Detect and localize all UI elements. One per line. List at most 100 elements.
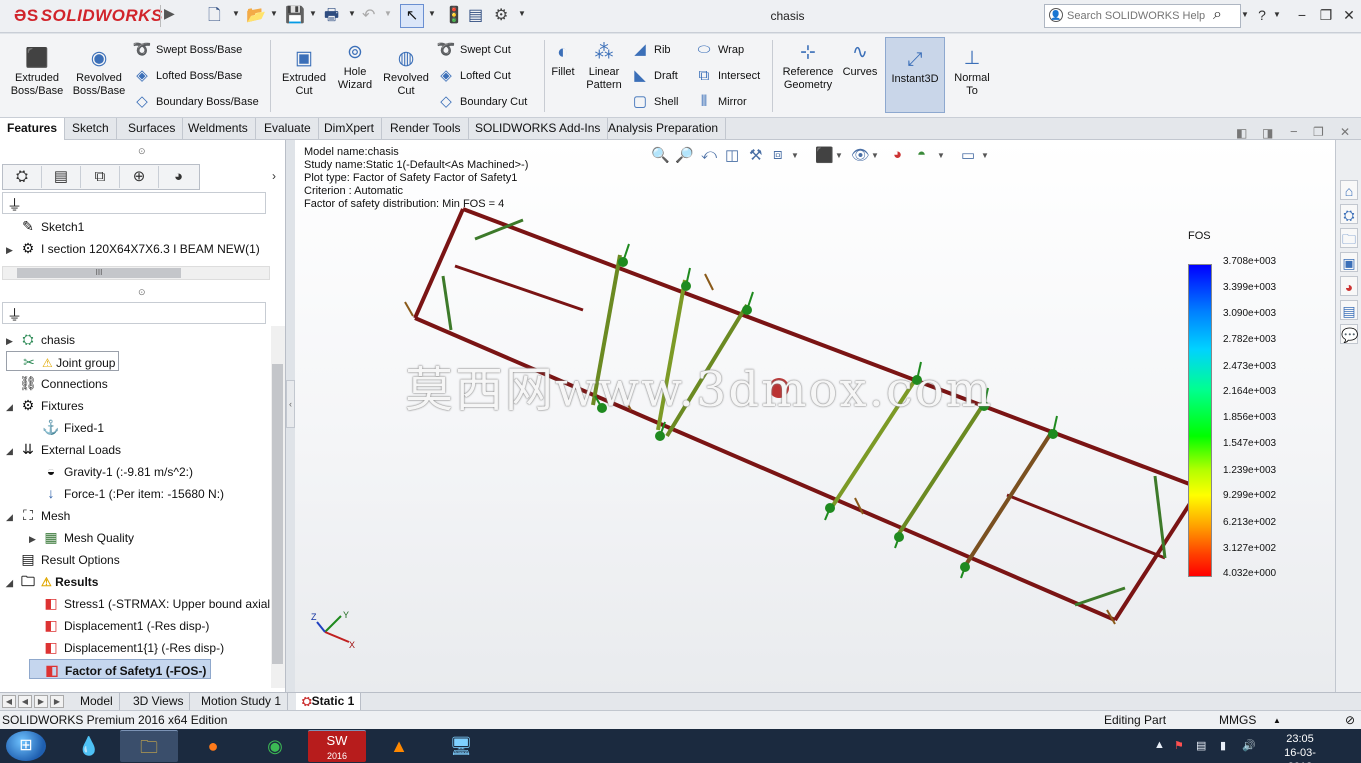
view-orientation-icon[interactable]: ⧈ bbox=[773, 146, 783, 163]
help-dropdown-icon[interactable]: ▼ bbox=[1268, 6, 1286, 24]
graphics-viewport[interactable]: Model name:chasis Study name:Static 1(-D… bbox=[295, 140, 1335, 692]
scroll-thumb[interactable] bbox=[272, 364, 283, 664]
help-search-input[interactable] bbox=[1067, 8, 1217, 24]
hide-show-dropdown-icon[interactable]: ▼ bbox=[871, 151, 879, 160]
tab-sketch[interactable]: Sketch bbox=[65, 118, 117, 140]
menu-expand-arrow-icon[interactable]: ▶ bbox=[160, 5, 175, 27]
fillet-button[interactable]: ◐ Fillet bbox=[546, 42, 580, 79]
hole-wizard-button[interactable]: ⊚ Hole Wizard bbox=[330, 42, 380, 92]
curves-button[interactable]: ∿ Curves bbox=[840, 42, 880, 79]
view-settings-icon[interactable]: ▭ bbox=[961, 146, 975, 164]
swept-boss-button[interactable]: ➰ Swept Boss/Base bbox=[132, 41, 243, 59]
units-dropdown-icon[interactable]: ▲ bbox=[1273, 716, 1281, 725]
options-gear-icon[interactable]: ⚙ bbox=[494, 6, 508, 26]
viewport-next-icon[interactable]: ◨ bbox=[1262, 126, 1273, 140]
dimxpert-manager-icon[interactable]: ⊕ bbox=[120, 166, 159, 188]
help-search-box[interactable]: 👤 ⌕ bbox=[1044, 4, 1241, 28]
hide-show-items-icon[interactable]: 👁 bbox=[851, 146, 870, 164]
signal-icon[interactable]: ▮ bbox=[1220, 739, 1226, 752]
firefox-icon[interactable]: ● bbox=[184, 730, 242, 762]
feature-tree-filter[interactable]: ⏚ bbox=[2, 192, 266, 214]
instant3d-button[interactable]: ⤢ Instant3D bbox=[885, 37, 945, 113]
tree-item-displacement1-1[interactable]: ◧ Displacement1{1} (-Res disp-) bbox=[29, 637, 224, 657]
open-folder-icon[interactable]: 📂 bbox=[246, 6, 266, 26]
normal-to-button[interactable]: ⊥ Normal To bbox=[950, 48, 994, 98]
apply-scene-icon[interactable]: ◓ bbox=[917, 146, 926, 163]
tab-motion-study-1[interactable]: Motion Study 1 bbox=[195, 693, 289, 710]
tab-scroll-prev-icon[interactable]: ◀ bbox=[18, 695, 32, 708]
tree-item-i-section[interactable]: ▶ ⚙ I section 120X64X7X6.3 I BEAM NEW(1) bbox=[6, 238, 260, 258]
print-icon[interactable]: 🖶 bbox=[324, 6, 339, 26]
tab-solidworks-add-ins[interactable]: SOLIDWORKS Add-Ins bbox=[468, 118, 609, 140]
tree-item-displacement1[interactable]: ◧ Displacement1 (-Res disp-) bbox=[29, 615, 209, 635]
tree-item-chasis[interactable]: ▶ ⛭ chasis bbox=[6, 329, 75, 349]
user-icon[interactable]: 👤 bbox=[1049, 8, 1063, 22]
file-explorer-icon[interactable]: 🗀 bbox=[1340, 228, 1358, 248]
units-label[interactable]: MMGS bbox=[1219, 713, 1256, 727]
tree-item-force-1[interactable]: ↓ Force-1 (:Per item: -15680 N:) bbox=[29, 483, 225, 503]
expand-arrow-icon[interactable]: ▶ bbox=[6, 331, 18, 351]
vertical-scrollbar[interactable] bbox=[271, 326, 285, 688]
options-dropdown-icon[interactable]: ▼ bbox=[518, 9, 526, 18]
horizontal-scrollbar[interactable]: III bbox=[2, 266, 270, 280]
search-icon[interactable]: ⌕ bbox=[1213, 6, 1222, 24]
viewport-previous-icon[interactable]: ◧ bbox=[1236, 126, 1247, 140]
zoom-to-fit-icon[interactable]: 🔍 bbox=[651, 146, 670, 164]
tab-evaluate[interactable]: Evaluate bbox=[257, 118, 319, 140]
select-cursor-icon[interactable]: ↖ bbox=[400, 4, 424, 28]
solidworks-resources-icon[interactable]: ⌂ bbox=[1340, 180, 1358, 200]
panel-expand-arrow-icon[interactable]: › bbox=[272, 169, 276, 183]
extruded-boss-button[interactable]: ⬛ Extruded Boss/Base bbox=[6, 48, 68, 98]
tab-analysis-preparation[interactable]: Analysis Preparation bbox=[601, 118, 727, 140]
display-style-dropdown-icon[interactable]: ▼ bbox=[835, 151, 843, 160]
solidworks-logo[interactable]: ƏS SOLIDWORKS bbox=[14, 6, 163, 26]
tab-dimxpert[interactable]: DimXpert bbox=[317, 118, 383, 140]
apply-scene-dropdown-icon[interactable]: ▼ bbox=[937, 151, 945, 160]
tree-item-gravity-1[interactable]: ◒ Gravity-1 (:-9.81 m/s^2:) bbox=[29, 461, 193, 481]
solidworks-forum-icon[interactable]: 💬 bbox=[1340, 324, 1358, 344]
network-icon[interactable]: ▤ bbox=[1196, 739, 1206, 752]
save-dropdown-icon[interactable]: ▼ bbox=[309, 9, 317, 18]
collapse-arrow-icon[interactable]: ◢ bbox=[6, 507, 18, 527]
vlc-icon[interactable]: ▲ bbox=[370, 730, 428, 762]
collapse-arrow-icon[interactable]: ◢ bbox=[6, 441, 18, 461]
file-properties-icon[interactable]: ▤ bbox=[468, 6, 483, 26]
tree-item-fixed-1[interactable]: ⚓ Fixed-1 bbox=[29, 417, 104, 437]
tab-model[interactable]: Model bbox=[74, 693, 120, 710]
draft-button[interactable]: ◣ Draft bbox=[630, 67, 678, 85]
new-dropdown-icon[interactable]: ▼ bbox=[232, 9, 240, 18]
mirror-button[interactable]: ⫴ Mirror bbox=[694, 93, 747, 111]
open-dropdown-icon[interactable]: ▼ bbox=[270, 9, 278, 18]
tree-item-mesh-quality[interactable]: ▶ ▦ Mesh Quality bbox=[29, 527, 134, 547]
tab-scroll-next-icon[interactable]: ▶ bbox=[34, 695, 48, 708]
previous-view-icon[interactable]: ⤺ bbox=[701, 146, 717, 163]
tab-3d-views[interactable]: 3D Views bbox=[127, 693, 191, 710]
display-manager-icon[interactable]: ◕ bbox=[159, 166, 198, 188]
tree-item-joint-group[interactable]: ✂ ⚠ Joint group bbox=[6, 351, 120, 371]
reference-geometry-button[interactable]: ⊹ Reference Geometry bbox=[778, 42, 838, 92]
volume-icon[interactable]: 🔊 bbox=[1242, 739, 1256, 752]
save-icon[interactable]: 💾 bbox=[285, 6, 305, 26]
lofted-cut-button[interactable]: ◈ Lofted Cut bbox=[436, 67, 511, 85]
windows-start-icon[interactable]: ⊞ bbox=[6, 731, 46, 761]
tab-surfaces[interactable]: Surfaces bbox=[121, 118, 184, 140]
wrap-button[interactable]: ⬭ Wrap bbox=[694, 41, 745, 59]
appearances-icon[interactable]: ◕ bbox=[1340, 276, 1358, 296]
revolved-cut-button[interactable]: ◍ Revolved Cut bbox=[378, 48, 434, 98]
remote-desktop-icon[interactable]: 🖥 bbox=[432, 730, 490, 762]
file-explorer-icon[interactable]: 🗀 bbox=[120, 730, 178, 762]
solidworks-taskbar-icon[interactable]: SW 2016 bbox=[308, 730, 366, 762]
dynamic-annotation-icon[interactable]: ⚒ bbox=[749, 146, 762, 164]
tree-item-external-loads[interactable]: ◢ ⇊ External Loads bbox=[6, 439, 121, 459]
scroll-thumb[interactable]: III bbox=[17, 268, 181, 278]
new-document-icon[interactable]: 🗋 bbox=[208, 6, 221, 26]
tree-item-fixtures[interactable]: ◢ ⚙ Fixtures bbox=[6, 395, 84, 415]
chrome-icon[interactable]: ◉ bbox=[246, 730, 304, 762]
tree-item-sketch1[interactable]: ✎ Sketch1 bbox=[6, 216, 84, 236]
tab-scroll-last-icon[interactable]: ▶ bbox=[50, 695, 64, 708]
restore-icon[interactable]: ❐ bbox=[1317, 6, 1335, 24]
boundary-cut-button[interactable]: ◇ Boundary Cut bbox=[436, 93, 527, 111]
section-view-icon[interactable]: ◫ bbox=[725, 146, 739, 164]
panel-grip-icon[interactable]: ⊙ bbox=[138, 146, 146, 157]
tree-item-results[interactable]: ◢ 🗀 ⚠ Results bbox=[6, 571, 98, 591]
